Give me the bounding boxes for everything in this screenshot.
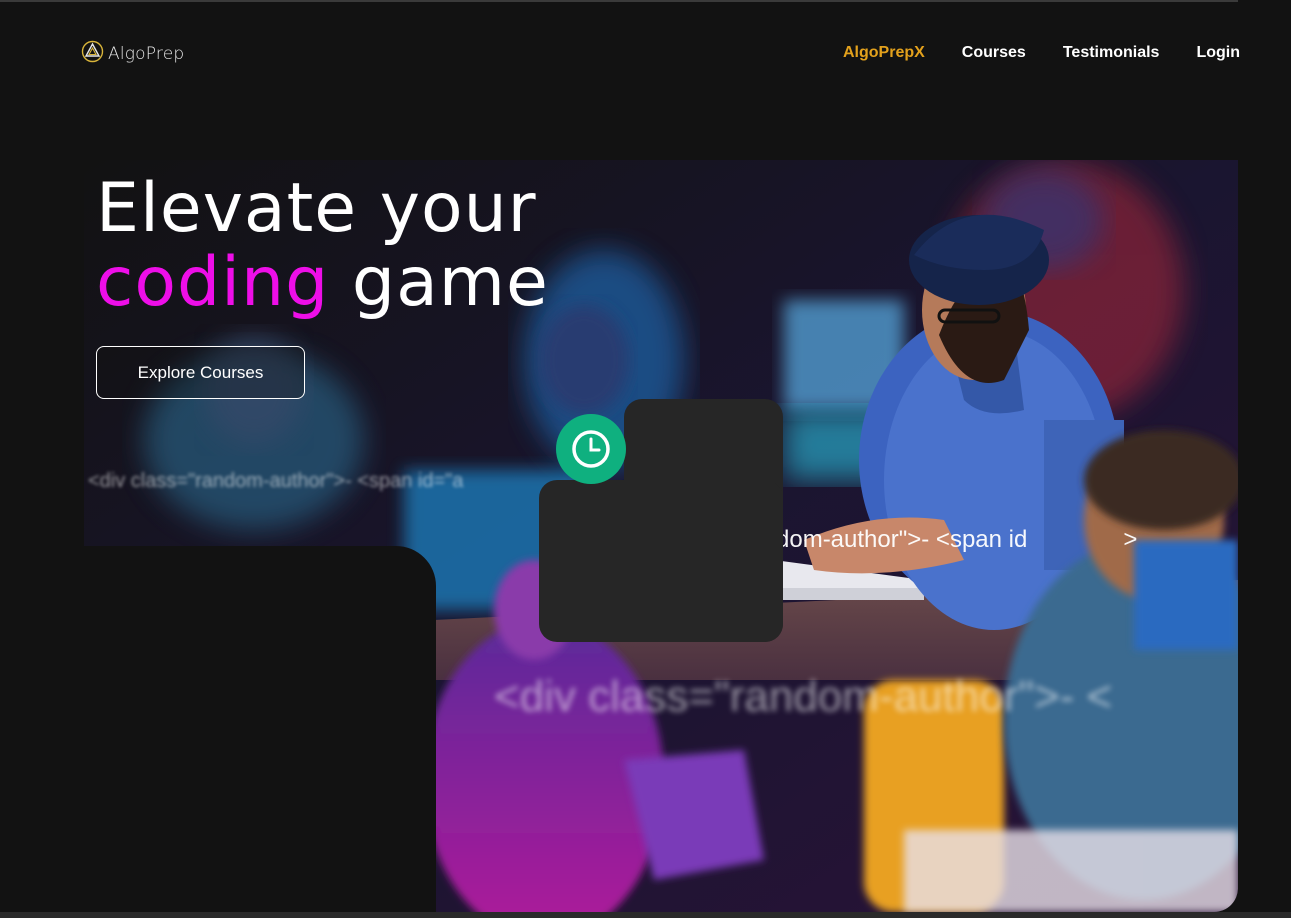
floating-card-front <box>539 480 783 642</box>
hero-heading-rest: game <box>329 243 549 322</box>
top-navigation: AlgoPrepX Courses Testimonials Login <box>843 44 1240 62</box>
nav-item-testimonials[interactable]: Testimonials <box>1063 44 1160 62</box>
window-top-border <box>0 0 1291 2</box>
nav-item-courses[interactable]: Courses <box>962 44 1026 62</box>
code-snippet-left: <div class="random-author">- <span id="a <box>88 470 464 492</box>
code-snippet-middle-text: dom-author">- <span id <box>776 526 1028 553</box>
nav-item-login[interactable]: Login <box>1196 44 1240 62</box>
brand-logo[interactable]: AlgoPrep <box>81 39 184 68</box>
explore-courses-button[interactable]: Explore Courses <box>96 346 305 399</box>
hero-heading: Elevate your coding game <box>96 172 549 320</box>
code-snippet-middle-tail: > <box>1123 526 1138 553</box>
window-bottom-border <box>0 912 1291 918</box>
nav-item-algoprepx[interactable]: AlgoPrepX <box>843 44 925 62</box>
page-right-margin <box>1238 0 1291 918</box>
code-snippet-middle: dom-author">- <span id > <box>776 526 1137 554</box>
code-snippet-bottom: <div class="random-author">- < <box>494 672 1113 721</box>
algoprep-logo-icon <box>81 39 104 68</box>
clock-icon <box>556 414 626 484</box>
brand-name: AlgoPrep <box>108 43 185 64</box>
hero-heading-line2: coding game <box>96 246 549 320</box>
hero-heading-accent: coding <box>96 243 330 322</box>
hero-heading-line1: Elevate your <box>96 169 537 248</box>
dark-cutout-panel <box>84 546 436 918</box>
